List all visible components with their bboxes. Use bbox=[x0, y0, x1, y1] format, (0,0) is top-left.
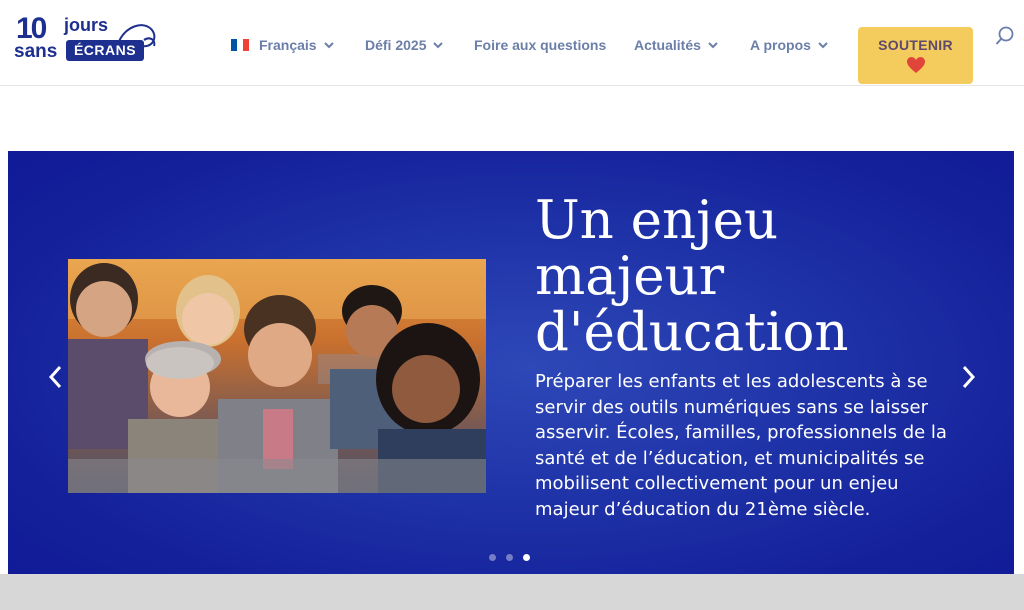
nav-faq[interactable]: Foire aux questions bbox=[474, 35, 606, 55]
nav-language[interactable]: Français bbox=[231, 35, 335, 55]
hero-slider: Un enjeu majeur d'éducation Préparer les… bbox=[8, 151, 1014, 600]
chevron-left-icon[interactable] bbox=[44, 361, 68, 393]
nav-defi[interactable]: Défi 2025 bbox=[365, 35, 444, 55]
slide-text: Préparer les enfants et les adolescents … bbox=[535, 371, 947, 520]
nav-faq-label: Foire aux questions bbox=[474, 37, 607, 53]
nav-actualites[interactable]: Actualités bbox=[634, 35, 719, 55]
slider-dots bbox=[489, 554, 540, 561]
nav-defi-label: Défi 2025 bbox=[365, 37, 427, 53]
nav-apropos-label: A propos bbox=[750, 37, 811, 53]
teens-selfie-image bbox=[68, 259, 486, 493]
slider-dot-3[interactable] bbox=[523, 554, 530, 561]
chevron-down-icon bbox=[323, 42, 334, 49]
soutenir-label: SOUTENIR bbox=[878, 37, 953, 53]
page-bottom-strip bbox=[0, 574, 1024, 610]
search-icon[interactable] bbox=[994, 25, 1016, 47]
chevron-down-icon bbox=[708, 42, 718, 49]
site-header: 10 jours sans ÉCRANS Français Défi 2025 … bbox=[0, 0, 1024, 86]
nav-language-label: Français bbox=[259, 37, 317, 53]
soutenir-button[interactable]: SOUTENIR bbox=[858, 27, 973, 84]
slide-title: Un enjeu majeur d'éducation bbox=[535, 190, 849, 363]
chevron-right-icon[interactable] bbox=[956, 361, 980, 393]
slider-dot-2[interactable] bbox=[506, 554, 513, 561]
chevron-down-icon bbox=[433, 42, 444, 49]
chevron-down-icon bbox=[818, 42, 828, 49]
slider-dot-1[interactable] bbox=[489, 554, 496, 561]
slide-photo bbox=[68, 259, 486, 493]
nav-apropos[interactable]: A propos bbox=[750, 35, 829, 55]
french-flag-icon bbox=[231, 39, 249, 51]
nav-actualites-label: Actualités bbox=[634, 37, 701, 53]
heart-icon bbox=[906, 57, 925, 73]
